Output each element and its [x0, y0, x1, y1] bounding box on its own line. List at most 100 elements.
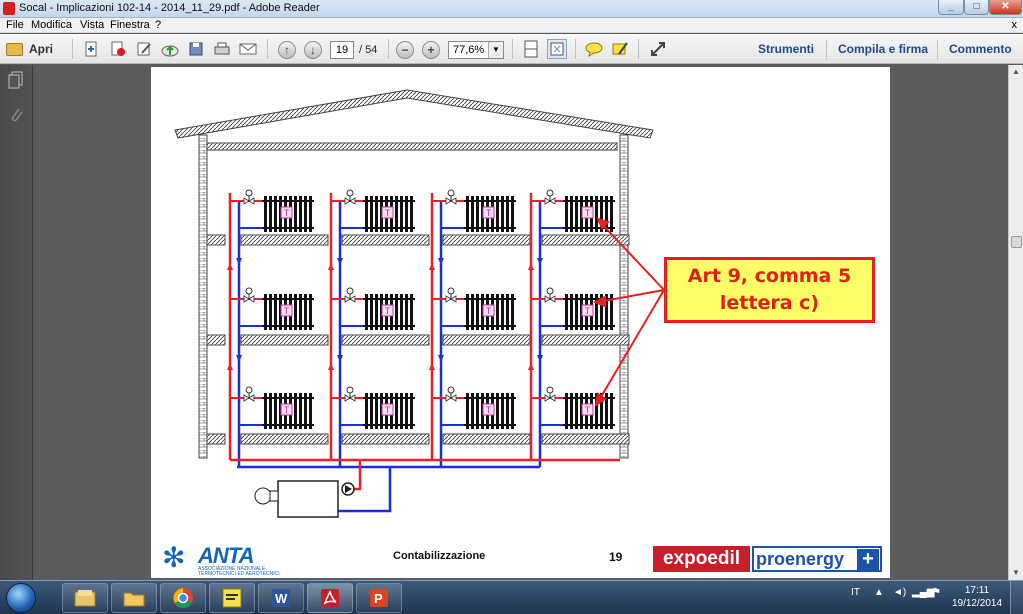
thermostatic-valve-icon — [546, 386, 554, 394]
radiator-fin — [496, 294, 499, 330]
floor-slab — [206, 334, 226, 346]
radiator-fin — [304, 294, 307, 330]
thermostatic-valve-icon — [245, 386, 253, 394]
floor-slab — [442, 433, 531, 445]
heat-allocator-label: T — [585, 405, 591, 415]
radiator-fin — [466, 393, 469, 429]
floor-slab — [442, 334, 531, 346]
radiator-fin — [471, 196, 474, 232]
radiator-fin — [610, 393, 613, 429]
powerpoint-icon[interactable]: P — [356, 583, 402, 613]
radiator-fin — [610, 196, 613, 232]
radiator-fin — [570, 196, 573, 232]
heat-allocator-label: T — [284, 208, 290, 218]
volume-icon[interactable]: ◄) — [893, 587, 906, 598]
radiator-fin — [299, 393, 302, 429]
thermostatic-valve-icon — [546, 189, 554, 197]
floor-slab — [541, 433, 630, 445]
flow-arrow — [328, 363, 334, 370]
taskbar: W P IT ▲ ◄) ▂▄▆ ⚑ 17:11 19/12/2014 — [0, 580, 1023, 614]
start-button[interactable] — [2, 581, 40, 614]
radiator-fin — [565, 393, 568, 429]
radiator-fin — [476, 393, 479, 429]
proenergy-logo: proenergy + — [752, 546, 882, 572]
floor-slab — [442, 234, 531, 246]
radiator-fin — [466, 294, 469, 330]
clock[interactable]: 17:11 19/12/2014 — [948, 584, 1006, 610]
radiator-fin — [395, 393, 398, 429]
radiator-fin — [375, 393, 378, 429]
snowflake-icon: ✻ — [162, 542, 186, 573]
radiator-fin — [299, 294, 302, 330]
radiator-fin — [405, 294, 408, 330]
explorer-icon[interactable] — [62, 583, 108, 613]
heat-allocator-label: T — [385, 208, 391, 218]
radiator-fin — [506, 294, 509, 330]
flow-arrow — [236, 258, 242, 265]
floor-slab — [341, 334, 430, 346]
floor-slab — [341, 433, 430, 445]
radiator-fin — [375, 196, 378, 232]
heat-allocator-label: T — [486, 306, 492, 316]
radiator-fin — [269, 196, 272, 232]
radiator-fin — [294, 196, 297, 232]
scroll-down-icon[interactable]: ▼ — [1012, 568, 1020, 577]
attic-slab — [206, 142, 618, 151]
radiator-fin — [269, 393, 272, 429]
scrollbar-thumb[interactable] — [1011, 236, 1022, 248]
radiator-fin — [575, 196, 578, 232]
word-icon[interactable]: W — [258, 583, 304, 613]
radiator-fin — [405, 393, 408, 429]
radiator-fin — [501, 393, 504, 429]
radiator-fin — [471, 294, 474, 330]
heat-allocator-label: T — [284, 405, 290, 415]
radiator-fin — [400, 393, 403, 429]
floor-slab — [240, 334, 329, 346]
flow-arrow — [429, 263, 435, 270]
postit-icon[interactable] — [209, 583, 255, 613]
scroll-up-icon[interactable]: ▲ — [1012, 67, 1020, 76]
thermostatic-valve-icon — [447, 287, 455, 295]
radiator-fin — [365, 294, 368, 330]
clock-date: 19/12/2014 — [951, 598, 1003, 609]
svg-text:P: P — [374, 591, 383, 606]
flow-arrow — [227, 263, 233, 270]
radiator-fin — [304, 196, 307, 232]
radiator-fin — [496, 196, 499, 232]
radiator-fin — [370, 393, 373, 429]
show-desktop-button[interactable] — [1010, 581, 1023, 614]
radiator-fin — [365, 196, 368, 232]
thermostatic-valve-icon — [346, 189, 354, 197]
radiator-fin — [511, 196, 514, 232]
footer-page-number: 19 — [609, 550, 623, 564]
action-center-icon[interactable]: ⚑ — [932, 587, 941, 598]
radiator-fin — [501, 196, 504, 232]
proenergy-logo-text: proenergy — [756, 549, 845, 569]
radiator-fin — [501, 294, 504, 330]
floor-slab — [206, 433, 226, 445]
folder-icon[interactable] — [111, 583, 157, 613]
flow-arrow — [438, 355, 444, 362]
language-indicator[interactable]: IT — [851, 587, 860, 598]
radiator-fin — [365, 393, 368, 429]
heat-allocator-label: T — [585, 208, 591, 218]
thermostatic-valve-icon — [546, 287, 554, 295]
radiator-fin — [274, 196, 277, 232]
radiator-fin — [466, 196, 469, 232]
show-hidden-icons-icon[interactable]: ▲ — [874, 587, 884, 598]
adobe-reader-icon[interactable] — [307, 583, 353, 613]
radiator-fin — [405, 196, 408, 232]
radiator-fin — [395, 294, 398, 330]
thermostatic-valve-icon — [346, 287, 354, 295]
radiator-fin — [511, 294, 514, 330]
floor-slab — [240, 433, 329, 445]
radiator-fin — [570, 393, 573, 429]
windows-logo-icon — [6, 583, 36, 613]
radiator-fin — [370, 196, 373, 232]
radiator-fin — [410, 393, 413, 429]
flow-arrow — [537, 355, 543, 362]
vertical-scrollbar[interactable]: ▲ ▼ — [1008, 65, 1023, 580]
chrome-icon[interactable] — [160, 583, 206, 613]
radiator-fin — [395, 196, 398, 232]
radiator-fin — [304, 393, 307, 429]
